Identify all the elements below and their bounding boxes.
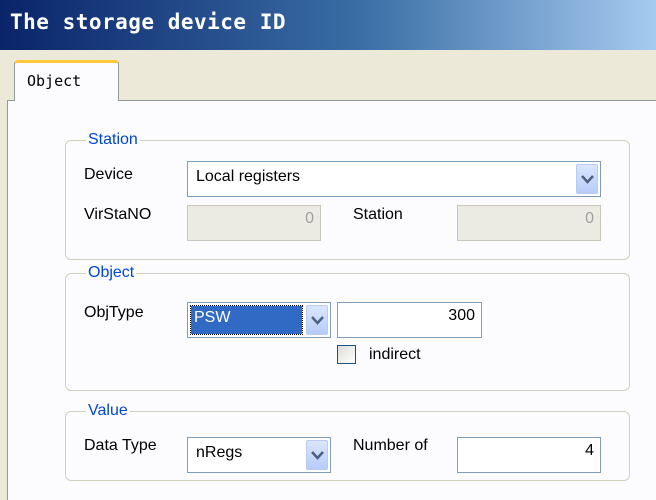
tab-object[interactable]: Object (14, 60, 119, 101)
indirect-checkbox[interactable] (337, 345, 356, 364)
object-legend: Object (86, 263, 137, 283)
window-title: The storage device ID (10, 10, 287, 34)
station-field[interactable]: 0 (457, 205, 601, 241)
station-label: Station (353, 206, 403, 223)
virstano-field[interactable]: 0 (187, 205, 321, 241)
number-value: 4 (585, 442, 594, 459)
number-label: Number of (353, 437, 428, 454)
objtype-dropdown-button[interactable] (306, 305, 328, 335)
station-value: 0 (585, 210, 594, 227)
address-value: 300 (448, 307, 475, 324)
datatype-label: Data Type (84, 437, 157, 454)
value-legend: Value (86, 401, 130, 421)
station-group: Station Device Local registers VirStaNO … (65, 130, 630, 260)
tab-panel: Station Device Local registers VirStaNO … (7, 100, 656, 500)
objtype-select[interactable]: PSW (187, 302, 331, 338)
tab-object-label: Object (27, 72, 82, 90)
objtype-selected-value: PSW (190, 305, 303, 335)
datatype-dropdown-button[interactable] (306, 440, 328, 470)
datatype-select[interactable]: nRegs (187, 437, 331, 473)
address-field[interactable]: 300 (337, 302, 482, 338)
indirect-label: indirect (369, 346, 421, 363)
virstano-label: VirStaNO (84, 206, 152, 223)
chevron-down-icon (311, 316, 324, 325)
value-group: Value Data Type nRegs Number of 4 (65, 401, 630, 481)
virstano-value: 0 (305, 210, 314, 227)
station-legend: Station (86, 130, 140, 150)
device-select[interactable]: Local registers (187, 161, 601, 197)
objtype-label: ObjType (84, 304, 144, 321)
title-bar[interactable]: The storage device ID (0, 0, 656, 50)
device-label: Device (84, 166, 133, 183)
chevron-down-icon (311, 451, 324, 460)
number-field[interactable]: 4 (457, 437, 601, 473)
datatype-value: nRegs (196, 444, 243, 461)
device-select-value: Local registers (196, 168, 301, 185)
object-group: Object ObjType PSW 300 indirect (65, 263, 630, 391)
chevron-down-icon (581, 175, 594, 184)
objtype-value-text: PSW (194, 309, 231, 326)
device-dropdown-button[interactable] (576, 164, 598, 194)
